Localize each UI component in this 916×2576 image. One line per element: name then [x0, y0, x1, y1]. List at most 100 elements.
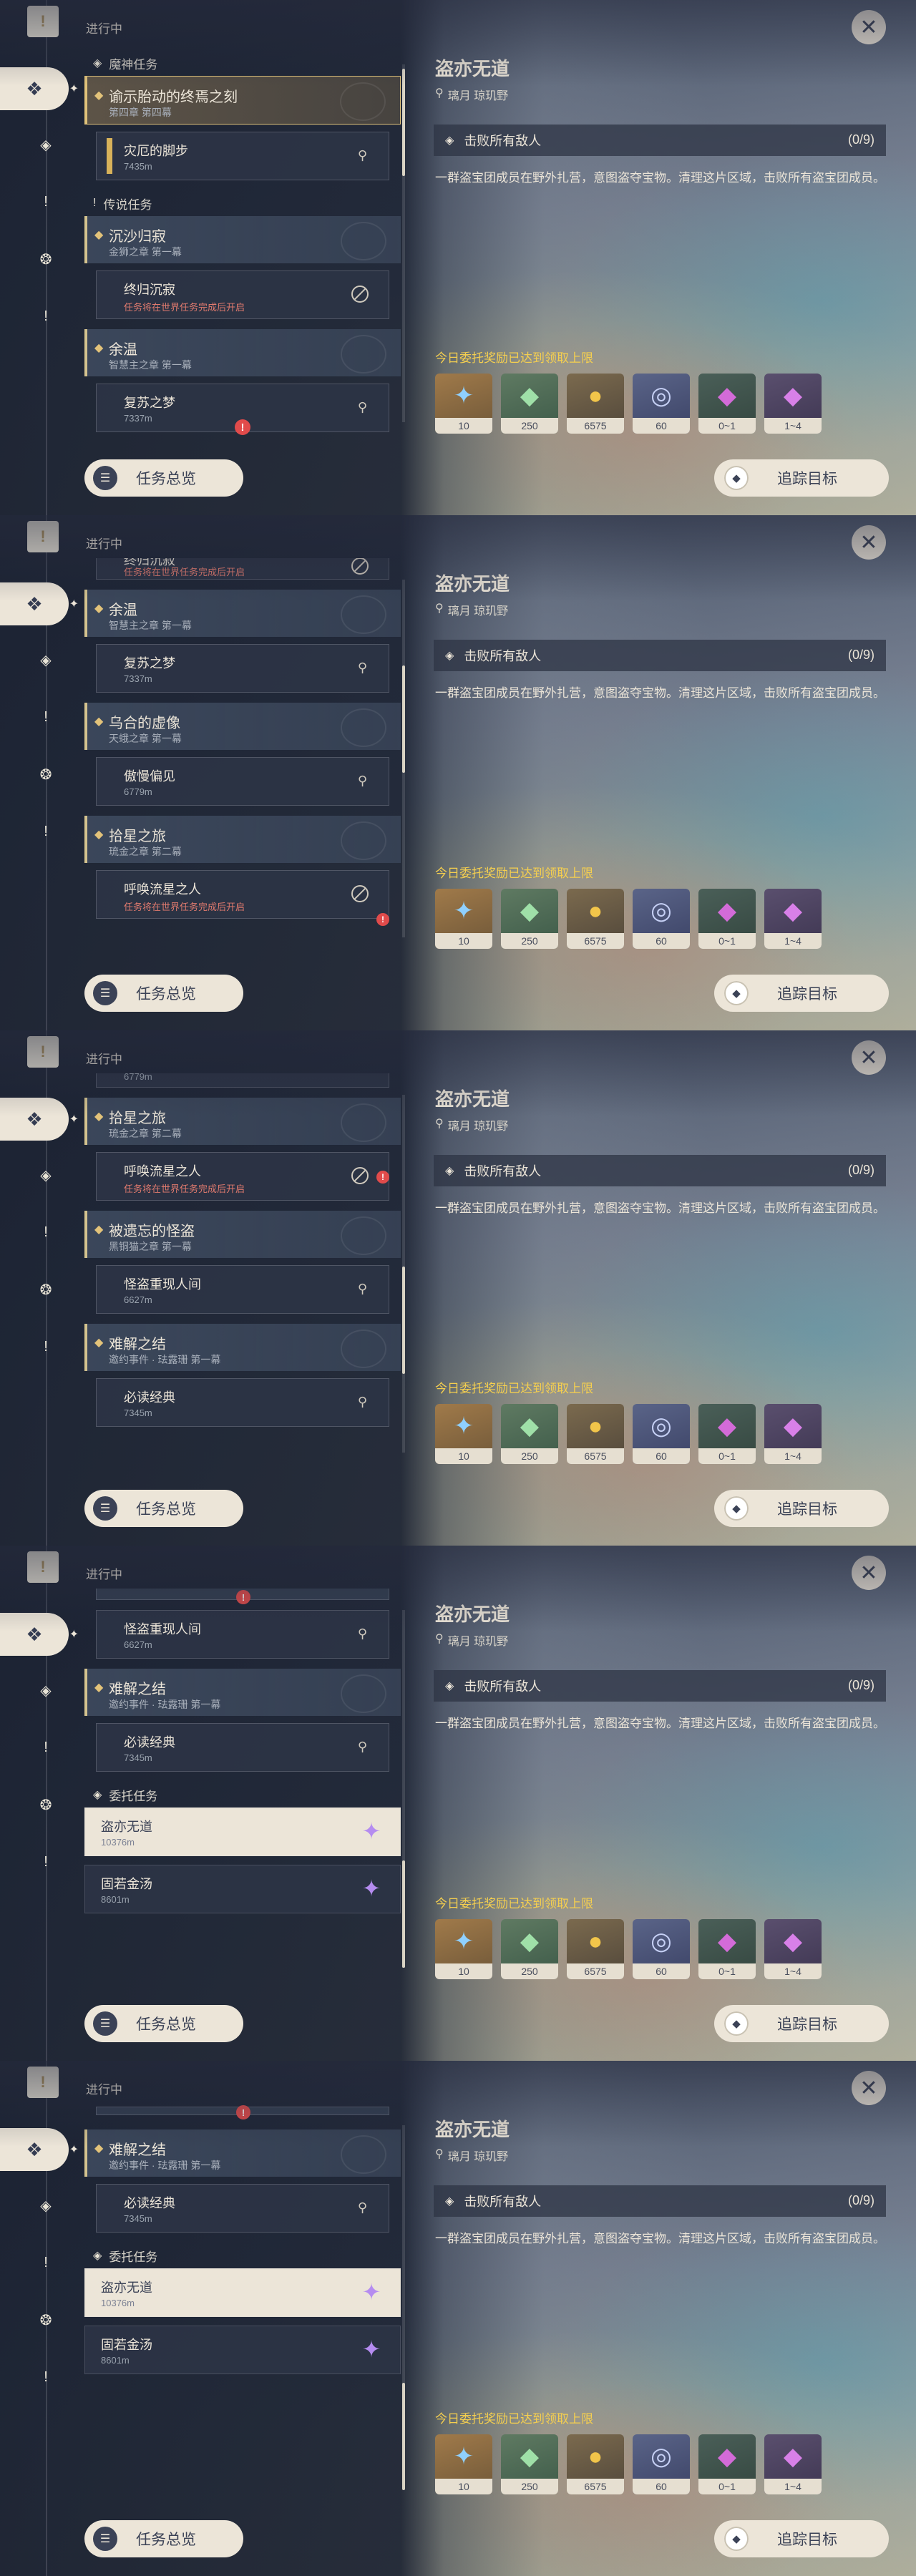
reward-gem-b[interactable]: ◆ 1~4 — [764, 889, 822, 949]
quest-header[interactable]: ◆ 乌合的虚像 天蛾之章 第一幕 — [84, 703, 401, 750]
reward-gem-b[interactable]: ◆ 1~4 — [764, 374, 822, 434]
bookmark-icon[interactable]: ! — [27, 2067, 59, 2098]
track-button[interactable]: ◆ 追踪目标 — [714, 2520, 889, 2557]
quest-step[interactable]: 必读经典 7345m ⚲ — [96, 1378, 389, 1427]
quest-header[interactable]: ◆ 拾星之旅 琉金之章 第二幕 — [84, 816, 401, 863]
world-icon[interactable]: ❂ — [31, 760, 60, 789]
quest-header[interactable]: ◆ 难解之结 邀约事件 · 珐露珊 第一幕 — [84, 1669, 401, 1716]
reward-gem-a[interactable]: ◆ 0~1 — [698, 374, 756, 434]
reward-gem-b[interactable]: ◆ 1~4 — [764, 2434, 822, 2494]
bookmark-icon[interactable]: ! — [27, 521, 59, 552]
reward-gem-b[interactable]: ◆ 1~4 — [764, 1404, 822, 1464]
quest-step[interactable]: 呼唤流星之人 任务将在世界任务完成后开启 — [96, 870, 389, 919]
alert-icon[interactable]: ! — [31, 1733, 60, 1762]
quest-step[interactable]: 终归沉寂 任务将在世界任务完成后开启 — [96, 558, 389, 580]
reward-exp-book[interactable]: ◆ 250 — [501, 1404, 558, 1464]
reward-mora[interactable]: ● 6575 — [567, 2434, 624, 2494]
alert-icon[interactable]: ! — [31, 703, 60, 731]
location-pin-icon[interactable]: ⚲ — [358, 2200, 367, 2215]
bookmark-icon[interactable]: ! — [27, 1551, 59, 1583]
exclamation-icon[interactable]: ! — [31, 302, 60, 331]
close-icon[interactable]: ✕ — [852, 1556, 886, 1590]
commission-item-selected[interactable]: ▶ 盗亦无道 10376m ✦ — [84, 1807, 401, 1856]
quest-step[interactable]: 怪盗重现人间 6627m ⚲ — [96, 1610, 389, 1659]
archon-icon[interactable]: ◈ — [31, 1161, 60, 1189]
reward-gem-b[interactable]: ◆ 1~4 — [764, 1919, 822, 1979]
quest-step[interactable]: 怪盗重现人间 6627m ⚲ — [96, 1265, 389, 1314]
reward-exp-book[interactable]: ◆ 250 — [501, 2434, 558, 2494]
all-quests-icon[interactable]: ❖ ✦ — [0, 582, 79, 625]
location-pin-icon[interactable]: ⚲ — [358, 400, 367, 415]
location-pin-icon[interactable]: ⚲ — [358, 1282, 367, 1297]
close-icon[interactable]: ✕ — [852, 10, 886, 44]
close-icon[interactable]: ✕ — [852, 1040, 886, 1075]
overview-button[interactable]: ☰ 任务总览 — [84, 1490, 243, 1527]
close-icon[interactable]: ✕ — [852, 2071, 886, 2105]
quest-step[interactable]: 6779m — [96, 1073, 389, 1088]
close-icon[interactable]: ✕ — [852, 525, 886, 560]
reward-gem-a[interactable]: ◆ 0~1 — [698, 1919, 756, 1979]
reward-exp-book[interactable]: ◆ 250 — [501, 1919, 558, 1979]
quest-header[interactable]: ◆ 拾星之旅 琉金之章 第二幕 — [84, 1098, 401, 1145]
quest-step[interactable]: 复苏之梦 7337m ⚲ — [96, 644, 389, 693]
reward-companionship[interactable]: ◎ 60 — [633, 2434, 690, 2494]
location-pin-icon[interactable]: ⚲ — [358, 774, 367, 789]
track-button[interactable]: ◆ 追踪目标 — [714, 459, 889, 497]
quest-header[interactable]: ◆ 难解之结 邀约事件 · 珐露珊 第一幕 — [84, 1324, 401, 1371]
quest-header[interactable]: ◆ 难解之结 邀约事件 · 珐露珊 第一幕 — [84, 2129, 401, 2177]
overview-button[interactable]: ☰ 任务总览 — [84, 975, 243, 1012]
location-pin-icon[interactable]: ⚲ — [358, 1395, 367, 1410]
all-quests-icon[interactable]: ❖ ✦ — [0, 1613, 79, 1656]
commission-item-selected[interactable]: ▶ 盗亦无道 10376m ✦ — [84, 2268, 401, 2317]
bookmark-icon[interactable]: ! — [27, 1036, 59, 1068]
alert-icon[interactable]: ! — [31, 1218, 60, 1246]
location-pin-icon[interactable]: ⚲ — [358, 660, 367, 675]
quest-header[interactable]: ◆ 被遗忘的怪盗 黑铜猫之章 第一幕 — [84, 1211, 401, 1258]
reward-mora[interactable]: ● 6575 — [567, 889, 624, 949]
reward-adventure-exp[interactable]: ✦ 10 — [435, 374, 492, 434]
location-pin-icon[interactable]: ⚲ — [358, 1626, 367, 1641]
reward-adventure-exp[interactable]: ✦ 10 — [435, 1404, 492, 1464]
world-icon[interactable]: ❂ — [31, 1275, 60, 1304]
track-button[interactable]: ◆ 追踪目标 — [714, 975, 889, 1012]
location-pin-icon[interactable]: ⚲ — [358, 148, 367, 163]
world-icon[interactable]: ❂ — [31, 1790, 60, 1819]
location-pin-icon[interactable]: ⚲ — [358, 1740, 367, 1755]
commission-item[interactable]: 固若金汤 8601m ✦ — [84, 2326, 401, 2374]
archon-icon[interactable]: ◈ — [31, 2191, 60, 2220]
quest-step[interactable]: 傲慢偏见 6779m ⚲ — [96, 757, 389, 806]
exclamation-icon[interactable]: ! — [31, 2363, 60, 2391]
archon-icon[interactable]: ◈ — [31, 130, 60, 159]
reward-adventure-exp[interactable]: ✦ 10 — [435, 1919, 492, 1979]
alert-icon[interactable]: ! — [31, 187, 60, 216]
scroll-thumb[interactable] — [402, 665, 405, 773]
exclamation-icon[interactable]: ! — [31, 1332, 60, 1361]
reward-companionship[interactable]: ◎ 60 — [633, 374, 690, 434]
overview-button[interactable]: ☰ 任务总览 — [84, 2520, 243, 2557]
all-quests-icon[interactable]: ❖ ✦ — [0, 2128, 79, 2171]
overview-button[interactable]: ☰ 任务总览 — [84, 459, 243, 497]
quest-header[interactable]: ◆ 余温 智慧主之章 第一幕 — [84, 590, 401, 637]
track-button[interactable]: ◆ 追踪目标 — [714, 1490, 889, 1527]
world-icon[interactable]: ❂ — [31, 2306, 60, 2334]
reward-mora[interactable]: ● 6575 — [567, 1404, 624, 1464]
scroll-thumb[interactable] — [402, 1267, 405, 1374]
reward-gem-a[interactable]: ◆ 0~1 — [698, 2434, 756, 2494]
world-icon[interactable]: ❂ — [31, 245, 60, 273]
reward-mora[interactable]: ● 6575 — [567, 374, 624, 434]
scroll-thumb[interactable] — [402, 69, 405, 176]
all-quests-icon[interactable]: ❖ ✦ — [0, 67, 79, 110]
reward-companionship[interactable]: ◎ 60 — [633, 889, 690, 949]
quest-step[interactable]: 必读经典 7345m ⚲ — [96, 1723, 389, 1772]
quest-step[interactable]: 呼唤流星之人 任务将在世界任务完成后开启 — [96, 1152, 389, 1201]
quest-header[interactable]: ◆ 沉沙归寂 金狮之章 第一幕 — [84, 216, 401, 263]
scroll-thumb[interactable] — [402, 1860, 405, 1968]
scroll-thumb[interactable] — [402, 2383, 405, 2490]
quest-step[interactable]: 终归沉寂 任务将在世界任务完成后开启 — [96, 270, 389, 319]
exclamation-icon[interactable]: ! — [31, 817, 60, 846]
alert-icon[interactable]: ! — [31, 2248, 60, 2277]
archon-icon[interactable]: ◈ — [31, 1676, 60, 1704]
exclamation-icon[interactable]: ! — [31, 1848, 60, 1876]
all-quests-icon[interactable]: ❖ ✦ — [0, 1098, 79, 1141]
quest-step[interactable]: 灾厄的脚步 7435m ⚲ — [96, 132, 389, 180]
